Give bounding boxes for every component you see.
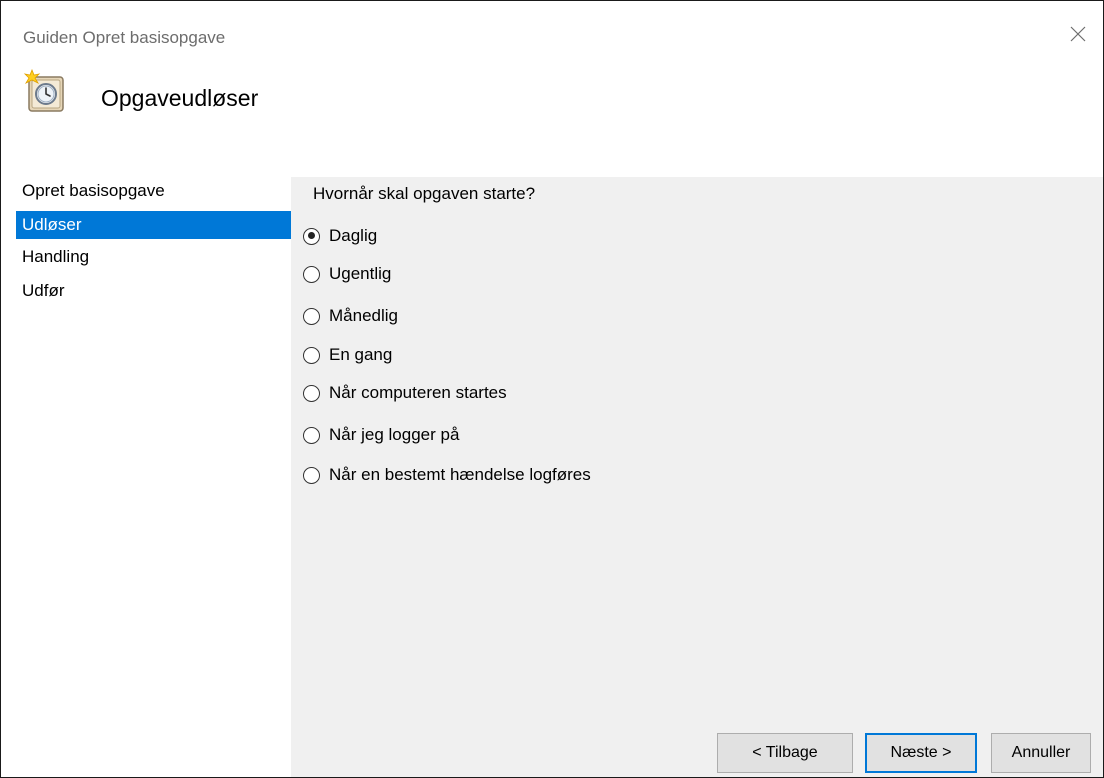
back-button[interactable]: < Tilbage	[717, 733, 853, 773]
sidebar-item-label: Handling	[22, 247, 90, 266]
radio-event-logged[interactable]: Når en bestemt hændelse logføres	[303, 463, 591, 487]
page-title: Opgaveudløser	[101, 85, 259, 111]
radio-log-on[interactable]: Når jeg logger på	[303, 423, 459, 447]
radio-label: Når en bestemt hændelse logføres	[329, 465, 591, 484]
clock-task-icon	[23, 69, 64, 112]
title-bar: Guiden Opret basisopgave	[1, 1, 1103, 65]
next-button[interactable]: Næste >	[865, 733, 977, 773]
sidebar-item-action[interactable]: Handling	[16, 243, 291, 271]
radio-label: Månedlig	[329, 306, 398, 325]
radio-weekly[interactable]: Ugentlig	[303, 262, 391, 286]
radio-daily[interactable]: Daglig	[303, 224, 377, 248]
radio-button[interactable]	[303, 426, 320, 444]
window-title: Guiden Opret basisopgave	[23, 28, 226, 47]
radio-button[interactable]	[303, 384, 320, 402]
radio-computer-starts[interactable]: Når computeren startes	[303, 381, 507, 405]
radio-label: Når jeg logger på	[329, 425, 460, 444]
sidebar-item-label: Udfør	[22, 281, 65, 300]
sidebar-item-create-basic-task[interactable]: Opret basisopgave	[16, 177, 291, 205]
radio-button[interactable]	[303, 227, 320, 245]
close-icon	[1070, 26, 1086, 42]
cancel-button[interactable]: Annuller	[991, 733, 1091, 773]
wizard-steps-sidebar: Opret basisopgave Udløser Handling Udfør	[1, 177, 291, 777]
sidebar-item-label: Udløser	[22, 215, 82, 234]
radio-button[interactable]	[303, 307, 320, 325]
sidebar-item-finish[interactable]: Udfør	[16, 277, 291, 305]
radio-button[interactable]	[303, 265, 320, 283]
close-button[interactable]	[1057, 19, 1097, 51]
radio-label: Når computeren startes	[329, 383, 507, 402]
radio-label: En gang	[329, 345, 393, 364]
sidebar-item-label: Opret basisopgave	[22, 181, 165, 200]
trigger-question: Hvornår skal opgaven starte?	[313, 184, 536, 203]
radio-label: Ugentlig	[329, 264, 392, 283]
sidebar-item-trigger[interactable]: Udløser	[16, 211, 291, 239]
radio-monthly[interactable]: Månedlig	[303, 304, 398, 328]
radio-button[interactable]	[303, 346, 320, 364]
radio-label: Daglig	[329, 226, 378, 245]
radio-one-time[interactable]: En gang	[303, 343, 392, 367]
radio-button[interactable]	[303, 466, 320, 484]
wizard-window: Guiden Opret basisopgave Opgaveudløser O…	[0, 0, 1104, 778]
